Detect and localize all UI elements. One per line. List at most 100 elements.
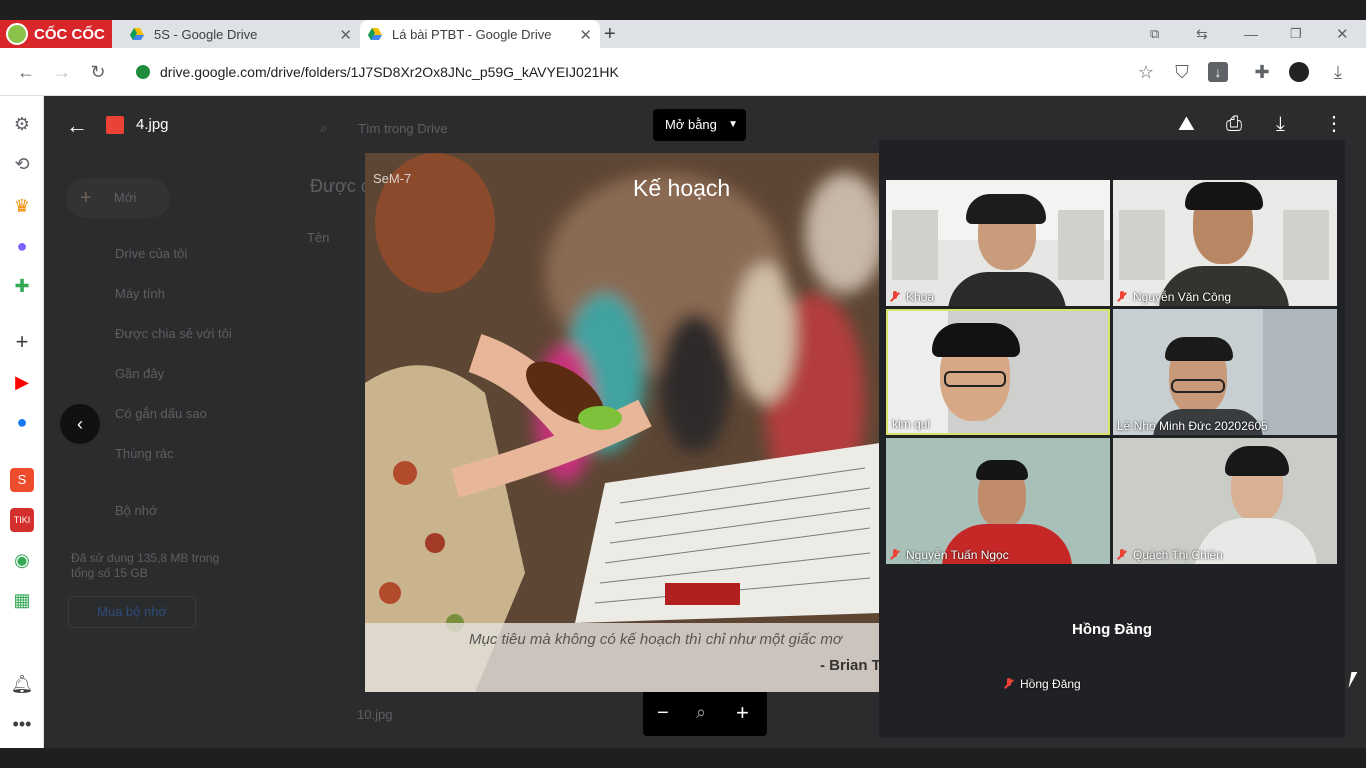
bookmark-star-icon[interactable]: ☆ <box>1136 62 1156 82</box>
window-panel <box>1283 210 1329 280</box>
address-toolbar: ← → ↻ drive.google.com/drive/folders/1J7… <box>0 48 1366 96</box>
window-close-icon[interactable]: ✕ <box>1336 20 1349 48</box>
history-icon[interactable]: ⟲ <box>10 152 34 176</box>
adblock-shield-icon[interactable]: ⛉ <box>1172 62 1192 82</box>
minimize-icon[interactable]: — <box>1244 20 1258 48</box>
browser-brand-button[interactable]: CỐC CỐC <box>0 20 112 48</box>
viewer-back-arrow-icon[interactable]: ← <box>66 113 88 139</box>
print-icon[interactable]: ⎙ <box>1226 113 1242 136</box>
game-controller-icon[interactable]: ✚ <box>10 274 34 298</box>
tiki-icon[interactable]: TIKI <box>10 508 34 532</box>
nav-starred[interactable]: Có gắn dấu sao <box>115 406 207 421</box>
back-arrow-icon[interactable]: ← <box>16 62 36 82</box>
shirt <box>948 272 1066 306</box>
nav-computers[interactable]: Máy tính <box>115 286 165 301</box>
sort-name-header[interactable]: Tên <box>307 230 329 245</box>
youtube-icon[interactable]: ▶ <box>10 370 34 394</box>
hair <box>932 323 1020 357</box>
savior-download-icon[interactable]: ↓ <box>1208 62 1228 82</box>
url-bar[interactable]: drive.google.com/drive/folders/1J7SD8Xr2… <box>126 55 1126 89</box>
window-panel <box>892 210 938 280</box>
tab-title: 5S - Google Drive <box>154 26 258 42</box>
open-with-label: Mở bằng <box>665 117 717 132</box>
nav-recent[interactable]: Gần đây <box>115 366 164 381</box>
previous-file-chevron-icon[interactable]: ‹ <box>60 404 100 444</box>
restore-icon[interactable]: ❐ <box>1290 20 1302 48</box>
glasses <box>944 371 1006 387</box>
mic-off-icon <box>1004 678 1014 690</box>
downloads-icon[interactable]: ⤓ <box>1328 62 1348 82</box>
hair <box>966 194 1046 224</box>
profile-avatar[interactable] <box>1289 62 1309 82</box>
participant-tile[interactable]: Nguyễn Văn Công <box>1113 180 1337 306</box>
download-icon[interactable]: ⤓ <box>1276 113 1285 136</box>
window-panel <box>1058 210 1104 280</box>
storage-usage-text: Đã sử dụng 135,8 MB trong tổng số 15 GB <box>71 551 220 580</box>
hair <box>976 460 1028 480</box>
more-dots-icon[interactable]: ••• <box>10 712 34 736</box>
tab-bar: CỐC CỐC 5S - Google Drive ✕ Lá bài PTBT … <box>0 20 1366 48</box>
participant-name: Quách Thị Chiên <box>1117 548 1223 562</box>
plus-icon: + <box>80 187 92 209</box>
participant-tile[interactable]: Lê Nho Minh Đức 20202605 <box>1113 309 1337 435</box>
new-tab-plus-icon[interactable]: + <box>604 20 624 48</box>
zoom-magnifier-icon[interactable]: ⌕ <box>696 702 706 723</box>
coccoc-map-icon[interactable]: ◉ <box>10 548 34 572</box>
mic-off-icon <box>1117 549 1127 561</box>
settings-gear-icon[interactable]: ⚙ <box>10 112 34 136</box>
secure-shield-icon <box>136 65 150 79</box>
participant-tile[interactable]: Nguyễn Tuấn Ngọc <box>886 438 1110 564</box>
image-file-icon <box>106 116 124 134</box>
crown-icon[interactable]: ♛ <box>10 194 34 218</box>
facebook-icon[interactable]: ● <box>10 410 34 434</box>
tab-la-bai-ptbt[interactable]: Lá bài PTBT - Google Drive ✕ <box>360 20 600 48</box>
zoom-controls: − ⌕ + <box>643 692 767 736</box>
tab-search-icon[interactable]: ⧉ <box>1150 20 1159 48</box>
zoom-out-icon[interactable]: − <box>657 702 669 725</box>
participant-tile-active-speaker[interactable]: kim qui <box>886 309 1110 435</box>
forward-arrow-icon[interactable]: → <box>52 62 72 82</box>
buy-storage-button[interactable]: Mua bộ nhớ <box>68 596 196 628</box>
notification-bell-icon[interactable]: 🔔︎ <box>10 672 34 696</box>
participant-tile[interactable]: Quách Thị Chiên <box>1113 438 1337 564</box>
tab-5s[interactable]: 5S - Google Drive ✕ <box>112 20 360 48</box>
tab-title: Lá bài PTBT - Google Drive <box>392 26 552 42</box>
tab-close-icon[interactable]: ✕ <box>579 26 592 44</box>
hair <box>1225 446 1289 476</box>
screen-bottom-band <box>0 748 1366 768</box>
dropdown-arrow-icon: ▼ <box>728 119 738 130</box>
nav-shared-with-me[interactable]: Được chia sẻ với tôi <box>115 326 232 341</box>
participant-tile-no-video[interactable]: Hồng Đăng Hồng Đăng <box>1000 567 1224 693</box>
image-title: Kế hoạch <box>633 175 731 201</box>
reload-icon[interactable]: ↻ <box>88 62 108 82</box>
participant-name: Nguyễn Tuấn Ngọc <box>890 548 1009 562</box>
mic-off-icon <box>1117 291 1127 303</box>
new-button[interactable]: + Mới <box>66 178 170 218</box>
shopee-icon[interactable]: S <box>10 468 34 492</box>
tab-close-icon[interactable]: ✕ <box>339 26 352 44</box>
google-drive-icon <box>130 28 144 40</box>
screen-top-band <box>0 0 1366 20</box>
zoom-in-icon[interactable]: + <box>736 700 749 726</box>
extensions-puzzle-icon[interactable]: ✚ <box>1252 62 1272 82</box>
participant-name: Lê Nho Minh Đức 20202605 <box>1117 419 1268 433</box>
image-quote: Mục tiêu mà không có kế hoạch thì chỉ nh… <box>469 631 842 648</box>
nav-storage[interactable]: Bộ nhớ <box>115 503 158 518</box>
wall <box>1263 309 1337 435</box>
back-forward-cache-icon[interactable]: ⇆ <box>1196 20 1208 48</box>
image-quote-author: - Brian T <box>820 657 880 674</box>
participant-tile[interactable]: Khoa <box>886 180 1110 306</box>
more-vert-icon[interactable]: ⋮ <box>1324 111 1344 136</box>
coccoc-logo-icon <box>6 23 28 45</box>
participant-name: Nguyễn Văn Công <box>1117 290 1231 304</box>
file-10-jpg[interactable]: 10.jpg <box>357 707 392 722</box>
sheet-grid-icon[interactable]: ▦ <box>10 588 34 612</box>
nav-my-drive[interactable]: Drive của tôi <box>115 246 187 261</box>
violinist-photo <box>365 153 880 692</box>
add-shortcut-plus-icon[interactable]: + <box>10 330 34 354</box>
glasses <box>1171 379 1225 393</box>
messenger-icon[interactable]: ● <box>10 234 34 258</box>
add-to-drive-icon[interactable]: ⛰ <box>1178 113 1195 136</box>
open-with-button[interactable]: Mở bằng ▼ <box>653 109 746 141</box>
nav-trash[interactable]: Thùng rác <box>115 446 174 461</box>
